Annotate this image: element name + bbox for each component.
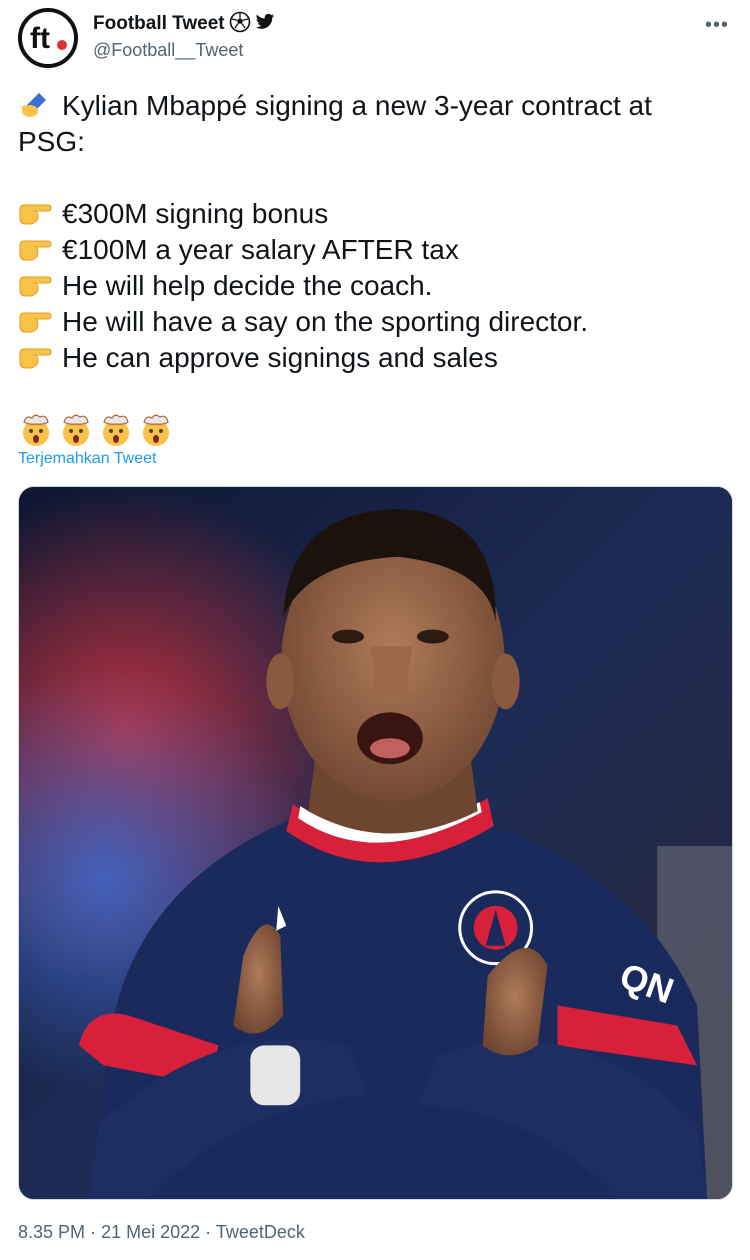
tweet-date[interactable]: 21 Mei 2022 bbox=[101, 1222, 200, 1242]
tweet-meta: 8.35 PM · 21 Mei 2022 · TweetDeck bbox=[18, 1222, 305, 1243]
list-item: He can approve signings and sales bbox=[18, 340, 718, 376]
avatar[interactable]: ft bbox=[18, 8, 78, 68]
tweet-photo[interactable]: QN bbox=[18, 486, 733, 1200]
svg-text:ft: ft bbox=[30, 22, 50, 55]
pointing-right-icon bbox=[18, 235, 52, 265]
pointing-right-icon bbox=[18, 199, 52, 229]
list-item: €300M signing bonus bbox=[18, 196, 718, 232]
tweet-card: ft Football Tweet @Football__Tweet ••• K… bbox=[0, 0, 750, 1260]
translate-tweet-link[interactable]: Terjemahkan Tweet bbox=[18, 450, 156, 468]
list-item: €100M a year salary AFTER tax bbox=[18, 232, 718, 268]
bullet-list: €300M signing bonus €100M a year salary … bbox=[18, 196, 718, 376]
reaction-emojis bbox=[18, 412, 718, 448]
meta-separator: · bbox=[90, 1222, 101, 1242]
tweet-header: ft Football Tweet @Football__Tweet ••• bbox=[18, 8, 733, 70]
tweet-time[interactable]: 8.35 PM bbox=[18, 1222, 85, 1242]
lead-line: Kylian Mbappé signing a new 3-year contr… bbox=[18, 88, 718, 160]
soccer-ball-icon bbox=[229, 11, 251, 38]
exploding-head-icon bbox=[143, 414, 169, 446]
bullet-text: He can approve signings and sales bbox=[62, 342, 498, 373]
bullet-text: He will have a say on the sporting direc… bbox=[62, 306, 589, 337]
handle[interactable]: @Football__Tweet bbox=[93, 40, 275, 61]
pointing-right-icon bbox=[18, 343, 52, 373]
meta-separator: · bbox=[205, 1222, 216, 1242]
separator-dot: · bbox=[205, 1222, 212, 1242]
tweet-source[interactable]: TweetDeck bbox=[216, 1222, 305, 1242]
bullet-text: €300M signing bonus bbox=[62, 198, 329, 229]
separator-dot: · bbox=[90, 1222, 97, 1242]
tweet-text: Kylian Mbappé signing a new 3-year contr… bbox=[18, 88, 718, 448]
lead-text: Kylian Mbappé signing a new 3-year contr… bbox=[18, 90, 652, 157]
list-item: He will have a say on the sporting direc… bbox=[18, 304, 718, 340]
writing-hand-icon bbox=[18, 91, 52, 121]
display-name-row: Football Tweet bbox=[93, 11, 275, 37]
bullet-text: €100M a year salary AFTER tax bbox=[62, 234, 459, 265]
exploding-head-icon bbox=[63, 414, 89, 446]
pointing-right-icon bbox=[18, 271, 52, 301]
author-names: Football Tweet @Football__Tweet bbox=[93, 11, 275, 61]
display-name[interactable]: Football Tweet bbox=[93, 13, 225, 35]
twitter-bird-icon bbox=[255, 13, 275, 36]
list-item: He will help decide the coach. bbox=[18, 268, 718, 304]
bullet-text: He will help decide the coach. bbox=[62, 270, 433, 301]
exploding-head-icon bbox=[23, 414, 49, 446]
exploding-head-icon bbox=[103, 414, 129, 446]
pointing-right-icon bbox=[18, 307, 52, 337]
more-options-icon[interactable]: ••• bbox=[705, 14, 729, 37]
